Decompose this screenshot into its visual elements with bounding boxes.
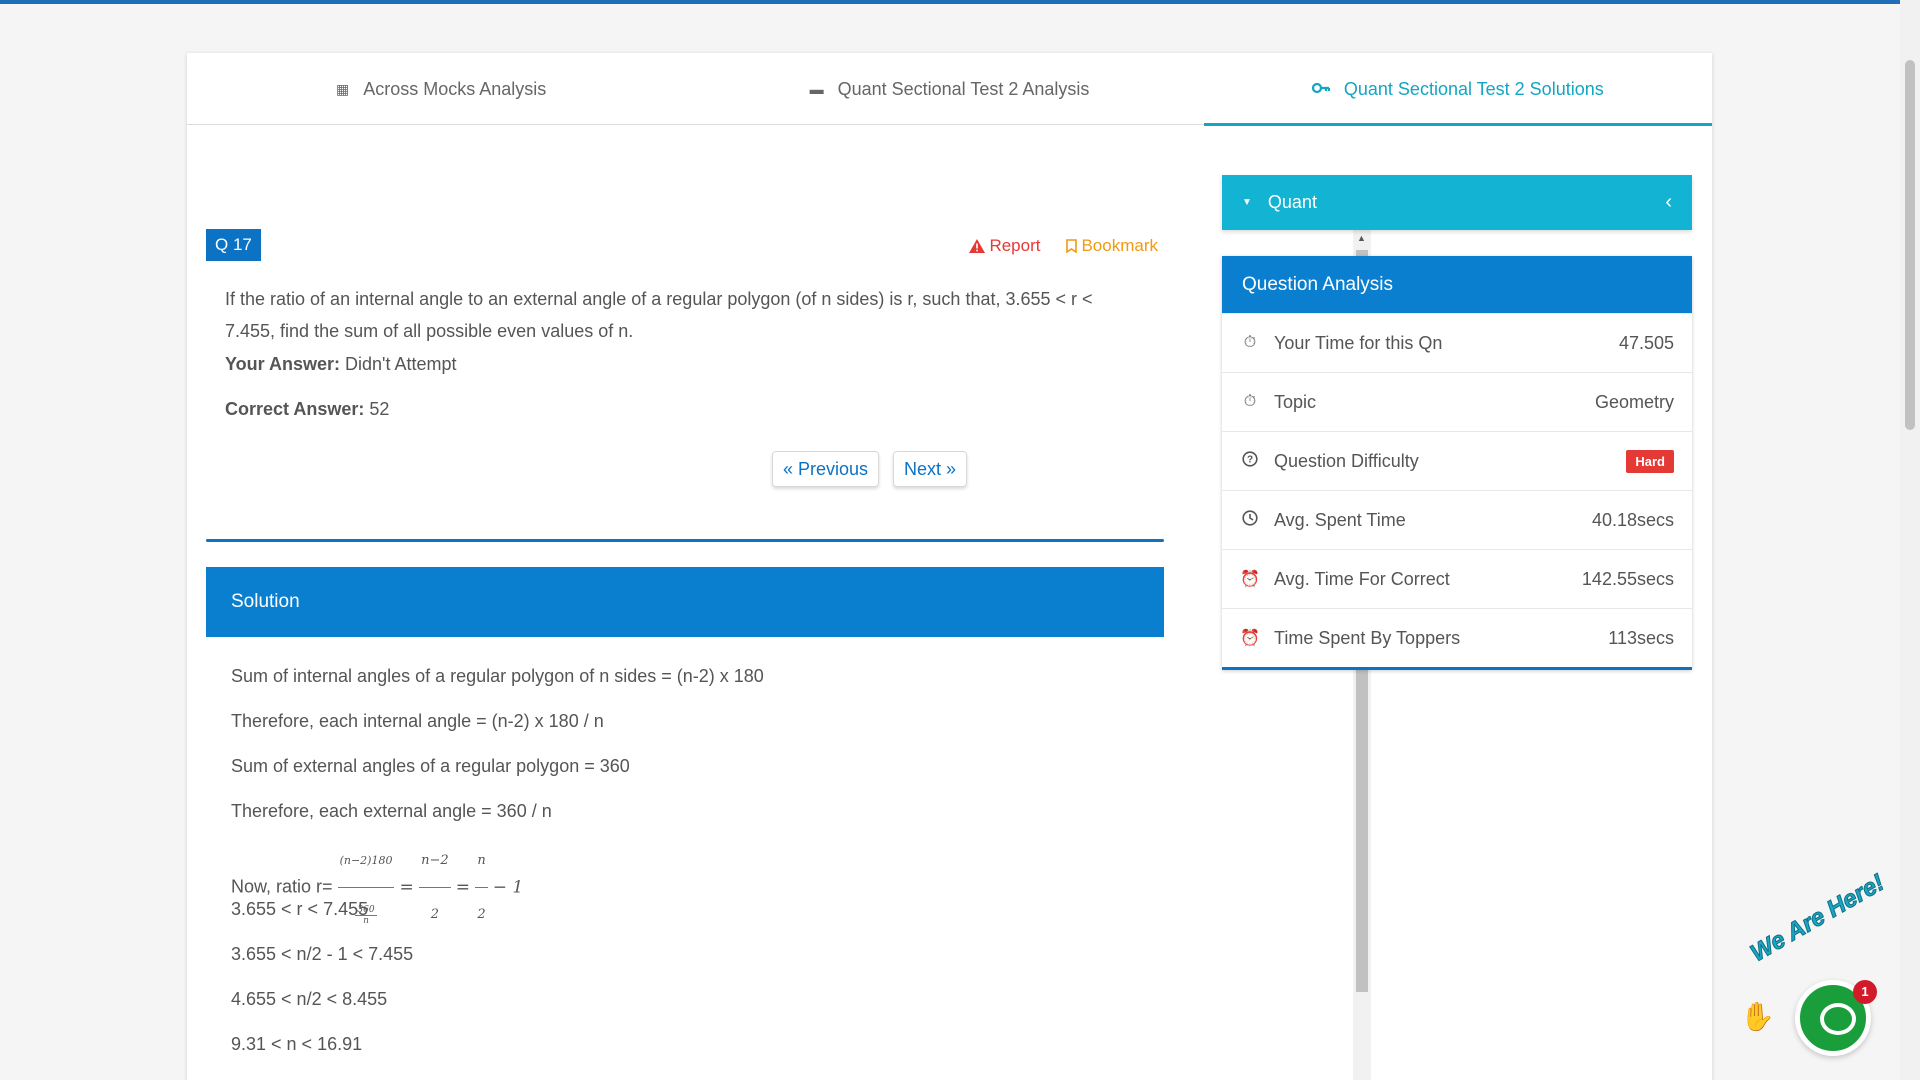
ratio-fraction-2-denominator: 2 <box>430 907 440 922</box>
solution-line: 9.31 < n < 16.91 <box>231 1034 363 1054</box>
next-button[interactable]: Next » <box>893 451 968 487</box>
section-selector-quant[interactable]: ▼ Quant ‹ <box>1222 175 1692 230</box>
tab-across-mocks-analysis[interactable]: ▦ Across Mocks Analysis <box>187 53 695 125</box>
page-scrollbar-thumb[interactable] <box>1905 60 1915 430</box>
analysis-row-label: Topic <box>1274 391 1317 412</box>
your-answer-label: Your Answer: <box>225 354 341 374</box>
analysis-row-label: Question Difficulty <box>1274 450 1419 471</box>
analysis-row-toppers-time: ⏰ Time Spent By Toppers 113secs <box>1222 608 1692 667</box>
question-navigation: « Previous Next » <box>772 451 968 487</box>
analysis-row-value: 142.55secs <box>1581 568 1674 589</box>
analysis-row-label: Avg. Spent Time <box>1274 509 1406 530</box>
waving-hand-icon: ✋ <box>1740 1001 1775 1032</box>
correct-answer-value: 52 <box>364 399 390 419</box>
key-icon <box>1311 81 1330 97</box>
ratio-fraction-3-denominator: 2 <box>477 907 486 922</box>
your-answer-value: Didn't Attempt <box>340 354 457 374</box>
tab-bar: ▦ Across Mocks Analysis ▬ Quant Sectiona… <box>187 53 1713 126</box>
analysis-row-value: 113secs <box>1608 627 1674 648</box>
question-pane: Q 17 Report Bookmark If the ratio of an … <box>206 176 1164 1080</box>
analysis-row-value: Geometry <box>1594 391 1674 412</box>
ratio-fraction-2: n−2 2 <box>419 834 451 941</box>
analysis-row-your-time: ⏱ Your Time for this Qn 47.505 <box>1222 313 1692 372</box>
previous-button[interactable]: « Previous <box>772 451 880 487</box>
stopwatch-icon: ⏱ <box>1243 393 1257 410</box>
clock-icon <box>1240 509 1260 531</box>
question-analysis-title: Question Analysis <box>1222 256 1692 313</box>
solution-line: Sum of external angles of a regular poly… <box>231 756 630 776</box>
analysis-row-topic: ⏱ Topic Geometry <box>1222 372 1692 431</box>
scroll-up-arrow-icon[interactable]: ▲ <box>1357 233 1366 243</box>
ratio-fraction-3: n 2 <box>475 834 488 941</box>
ratio-numerator: (n−2)180 <box>337 834 395 888</box>
correct-answer-label: Correct Answer: <box>225 399 365 419</box>
ratio-fraction-3-numerator: n <box>475 834 488 888</box>
question-actions: Report Bookmark <box>969 236 1158 256</box>
report-label: Report <box>989 236 1041 255</box>
section-label: Quant <box>1267 192 1317 212</box>
solution-line: Therefore, each internal angle = (n-2) x… <box>231 711 604 731</box>
solution-line: n ∈ {10, 11, 12, 13, 14, 15, 16} <box>231 1067 1151 1080</box>
chat-widget[interactable]: We Are Here! ✋ 1 <box>1740 869 1910 1070</box>
correct-answer: Correct Answer: 52 <box>225 399 389 420</box>
grid-icon: ▦ <box>336 80 350 97</box>
chat-tagline: We Are Here! <box>1746 869 1890 968</box>
report-button[interactable]: Report <box>969 236 1040 256</box>
solution-line: Therefore, each external angle = 360 / n <box>231 801 552 821</box>
analysis-row-label: Your Time for this Qn <box>1274 332 1443 353</box>
top-progress-bar <box>0 0 1900 4</box>
your-answer: Your Answer: Didn't Attempt <box>225 354 457 375</box>
ratio-equals: = <box>455 877 476 898</box>
tab-sectional-solutions[interactable]: Quant Sectional Test 2 Solutions <box>1203 53 1713 126</box>
tab-label: Quant Sectional Test 2 Solutions <box>1343 78 1604 99</box>
warning-icon <box>969 239 986 253</box>
chevron-left-icon[interactable]: ‹ <box>1665 191 1672 214</box>
chat-unread-badge: 1 <box>1853 980 1877 1004</box>
analysis-row-avg-spent-time: Avg. Spent Time 40.18secs <box>1222 490 1692 549</box>
solution-body: Sum of internal angles of a regular poly… <box>231 654 1151 1080</box>
list-icon: ▬ <box>809 81 824 97</box>
analysis-row-avg-time-correct: ⏰ Avg. Time For Correct 142.55secs <box>1222 549 1692 608</box>
alarm-clock-icon: ⏰ <box>1240 571 1260 588</box>
solution-header: Solution <box>206 567 1164 637</box>
ratio-equals: = <box>399 877 420 898</box>
analysis-row-difficulty: ? Question Difficulty Hard <box>1222 431 1692 490</box>
tab-sectional-analysis[interactable]: ▬ Quant Sectional Test 2 Analysis <box>695 53 1203 125</box>
solution-line: Sum of internal angles of a regular poly… <box>231 666 764 686</box>
bookmark-label: Bookmark <box>1081 236 1158 255</box>
question-number-badge: Q 17 <box>206 229 261 261</box>
analysis-row-label: Avg. Time For Correct <box>1274 568 1450 589</box>
tab-label: Across Mocks Analysis <box>363 78 547 99</box>
question-analysis-panel: Question Analysis ⏱ Your Time for this Q… <box>1222 256 1692 670</box>
analysis-row-value: 47.505 <box>1618 332 1674 353</box>
page-scrollbar[interactable] <box>1900 0 1920 1080</box>
ratio-fraction-2-numerator: n−2 <box>419 834 451 888</box>
difficulty-badge: Hard <box>1626 449 1674 473</box>
stopwatch-icon: ⏱ <box>1243 334 1257 351</box>
bookmark-button[interactable]: Bookmark <box>1066 236 1158 256</box>
caret-down-icon: ▼ <box>1242 197 1252 208</box>
alarm-clock-icon: ⏰ <box>1240 630 1260 647</box>
svg-text:?: ? <box>1247 454 1253 465</box>
analysis-row-value: 40.18secs <box>1591 509 1674 530</box>
solution-ratio-line: Now, ratio r= (n−2)180 360 n = n−2 2 = n… <box>231 834 1151 926</box>
ratio-tail: − 1 <box>492 877 524 898</box>
bookmark-icon <box>1066 239 1078 253</box>
solution-line: 4.655 < n/2 < 8.455 <box>231 989 388 1009</box>
section-divider <box>206 539 1164 542</box>
question-circle-icon: ? <box>1240 450 1260 472</box>
question-text: If the ratio of an internal angle to an … <box>225 289 1093 341</box>
analysis-row-label: Time Spent By Toppers <box>1274 627 1461 648</box>
tab-label: Quant Sectional Test 2 Analysis <box>837 78 1090 99</box>
solution-line: 3.655 < n/2 - 1 < 7.455 <box>231 944 414 964</box>
